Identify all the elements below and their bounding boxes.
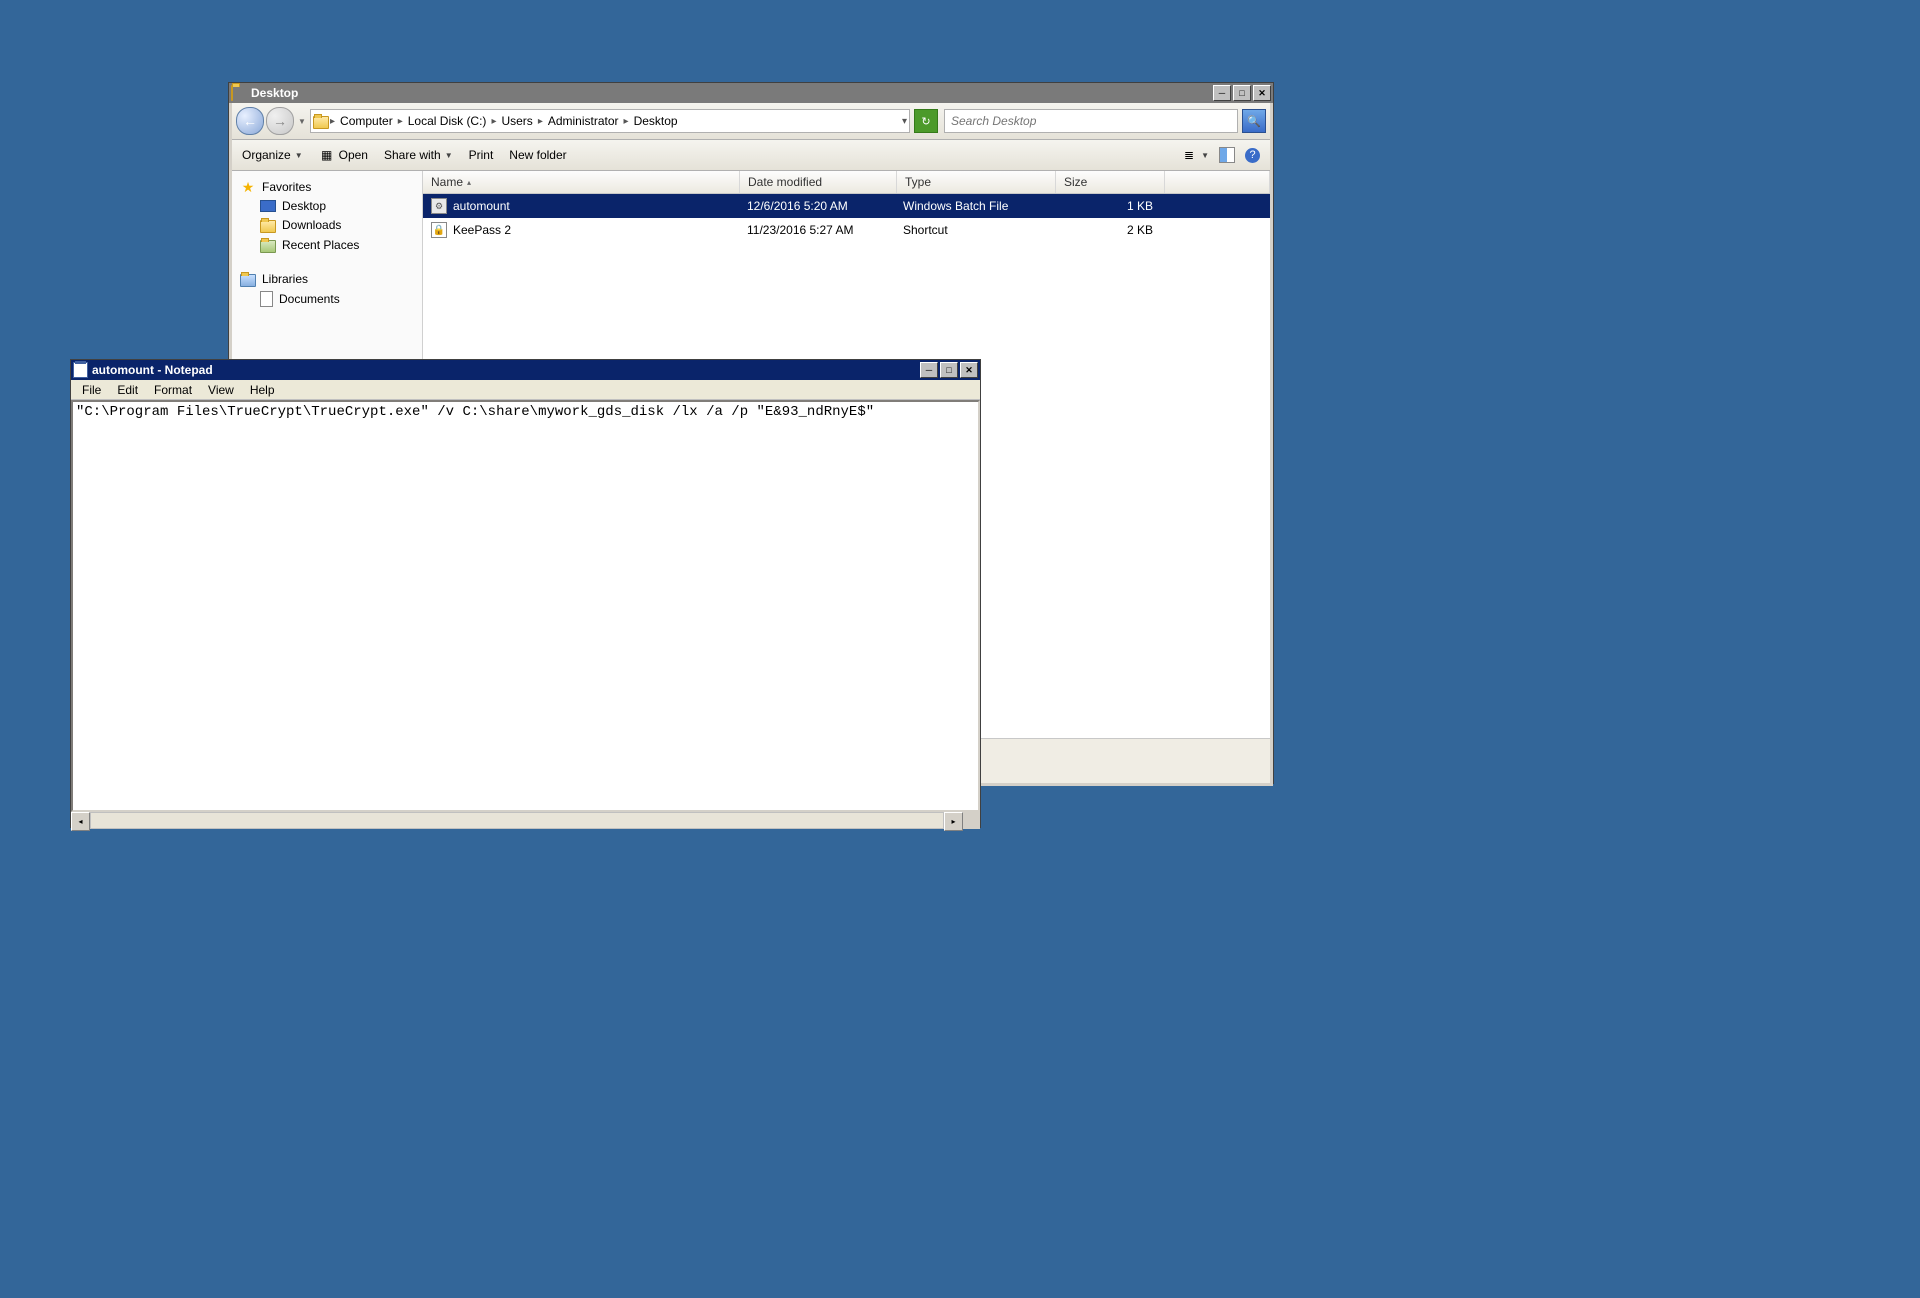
print-button[interactable]: Print (469, 148, 494, 162)
file-name: automount (453, 199, 510, 213)
shortcut-icon: 🔒 (431, 222, 447, 238)
preview-pane-button[interactable] (1219, 147, 1235, 163)
column-name[interactable]: Name▴ (423, 171, 740, 193)
resize-grip[interactable] (963, 812, 980, 829)
file-name: KeePass 2 (453, 223, 511, 237)
scroll-left-button[interactable]: ◂ (71, 812, 90, 831)
view-menu[interactable]: ≣▼ (1181, 147, 1209, 163)
file-date: 11/23/2016 5:27 AM (739, 223, 895, 237)
search-button[interactable]: 🔍 (1242, 109, 1266, 133)
column-headers: Name▴ Date modified Type Size (423, 171, 1270, 194)
sidebar-item-downloads[interactable]: Downloads (232, 215, 422, 235)
downloads-icon (260, 217, 276, 233)
menu-format[interactable]: Format (147, 381, 199, 399)
notepad-title: automount - Notepad (92, 363, 918, 377)
share-menu[interactable]: Share with▼ (384, 148, 453, 162)
chevron-right-icon[interactable]: ▸ (398, 116, 403, 127)
notepad-window: automount - Notepad ─ □ ✕ File Edit Form… (70, 359, 981, 828)
sidebar-item-recent[interactable]: Recent Places (232, 235, 422, 255)
scroll-track[interactable] (90, 812, 944, 829)
scroll-right-button[interactable]: ▸ (944, 812, 963, 831)
notepad-icon (73, 362, 88, 378)
help-icon: ? (1245, 148, 1260, 163)
column-size[interactable]: Size (1056, 171, 1165, 193)
close-button[interactable]: ✕ (960, 362, 978, 378)
breadcrumb[interactable]: ▸ Computer ▸ Local Disk (C:) ▸ Users ▸ A… (310, 109, 910, 133)
star-icon: ★ (240, 179, 256, 195)
breadcrumb-item[interactable]: Local Disk (C:) (404, 114, 491, 128)
notepad-textarea[interactable]: "C:\Program Files\TrueCrypt\TrueCrypt.ex… (71, 400, 980, 812)
menu-help[interactable]: Help (243, 381, 282, 399)
chevron-down-icon[interactable]: ▾ (902, 116, 907, 127)
refresh-button[interactable]: ↻ (914, 109, 938, 133)
preview-icon (1219, 147, 1235, 163)
horizontal-scrollbar[interactable]: ◂ ▸ (71, 812, 980, 829)
search-box[interactable] (944, 109, 1238, 133)
menu-view[interactable]: View (201, 381, 241, 399)
open-icon: ▦ (319, 147, 335, 163)
maximize-button[interactable]: □ (1233, 85, 1251, 101)
notepad-menubar: File Edit Format View Help (71, 380, 980, 400)
file-row[interactable]: 🔒 KeePass 2 11/23/2016 5:27 AM Shortcut 2… (423, 218, 1270, 242)
recent-icon (260, 237, 276, 253)
open-button[interactable]: ▦Open (319, 147, 368, 163)
breadcrumb-item[interactable]: Desktop (630, 114, 682, 128)
sidebar-favorites[interactable]: ★Favorites (232, 177, 422, 197)
notepad-titlebar[interactable]: automount - Notepad ─ □ ✕ (71, 360, 980, 380)
documents-icon (260, 291, 273, 307)
explorer-title: Desktop (251, 86, 1211, 100)
new-folder-button[interactable]: New folder (509, 148, 566, 162)
breadcrumb-item[interactable]: Administrator (544, 114, 623, 128)
file-size: 1 KB (1053, 199, 1161, 213)
file-type: Windows Batch File (895, 199, 1053, 213)
menu-file[interactable]: File (75, 381, 108, 399)
minimize-button[interactable]: ─ (1213, 85, 1231, 101)
file-type: Shortcut (895, 223, 1053, 237)
desktop-icon (260, 200, 276, 212)
libraries-icon (240, 271, 256, 287)
chevron-right-icon[interactable]: ▸ (624, 116, 629, 127)
menu-edit[interactable]: Edit (110, 381, 145, 399)
maximize-button[interactable]: □ (940, 362, 958, 378)
sort-asc-icon: ▴ (467, 178, 471, 187)
chevron-right-icon[interactable]: ▸ (491, 116, 496, 127)
explorer-titlebar[interactable]: Desktop ─ □ ✕ (229, 83, 1273, 103)
sidebar-item-desktop[interactable]: Desktop (232, 197, 422, 215)
column-date[interactable]: Date modified (740, 171, 897, 193)
file-size: 2 KB (1053, 223, 1161, 237)
sidebar-libraries[interactable]: Libraries (232, 269, 422, 289)
minimize-button[interactable]: ─ (920, 362, 938, 378)
column-type[interactable]: Type (897, 171, 1056, 193)
nav-history-dropdown[interactable]: ▼ (296, 111, 308, 131)
breadcrumb-item[interactable]: Users (497, 114, 536, 128)
file-date: 12/6/2016 5:20 AM (739, 199, 895, 213)
help-button[interactable]: ? (1245, 148, 1260, 163)
back-button[interactable]: ← (236, 107, 264, 135)
close-button[interactable]: ✕ (1253, 85, 1271, 101)
column-spacer (1165, 171, 1270, 193)
chevron-right-icon[interactable]: ▸ (330, 116, 335, 127)
organize-menu[interactable]: Organize▼ (242, 148, 303, 162)
search-input[interactable] (949, 113, 1233, 129)
forward-button[interactable]: → (266, 107, 294, 135)
command-bar: Organize▼ ▦Open Share with▼ Print New fo… (232, 140, 1270, 171)
folder-icon (313, 113, 329, 129)
sidebar-item-documents[interactable]: Documents (232, 289, 422, 309)
batch-file-icon: ⚙ (431, 198, 447, 214)
folder-icon (231, 85, 247, 101)
breadcrumb-item[interactable]: Computer (336, 114, 397, 128)
view-icon: ≣ (1181, 147, 1197, 163)
file-row[interactable]: ⚙ automount 12/6/2016 5:20 AM Windows Bat… (423, 194, 1270, 218)
address-bar: ← → ▼ ▸ Computer ▸ Local Disk (C:) ▸ Use… (232, 103, 1270, 140)
chevron-right-icon[interactable]: ▸ (538, 116, 543, 127)
